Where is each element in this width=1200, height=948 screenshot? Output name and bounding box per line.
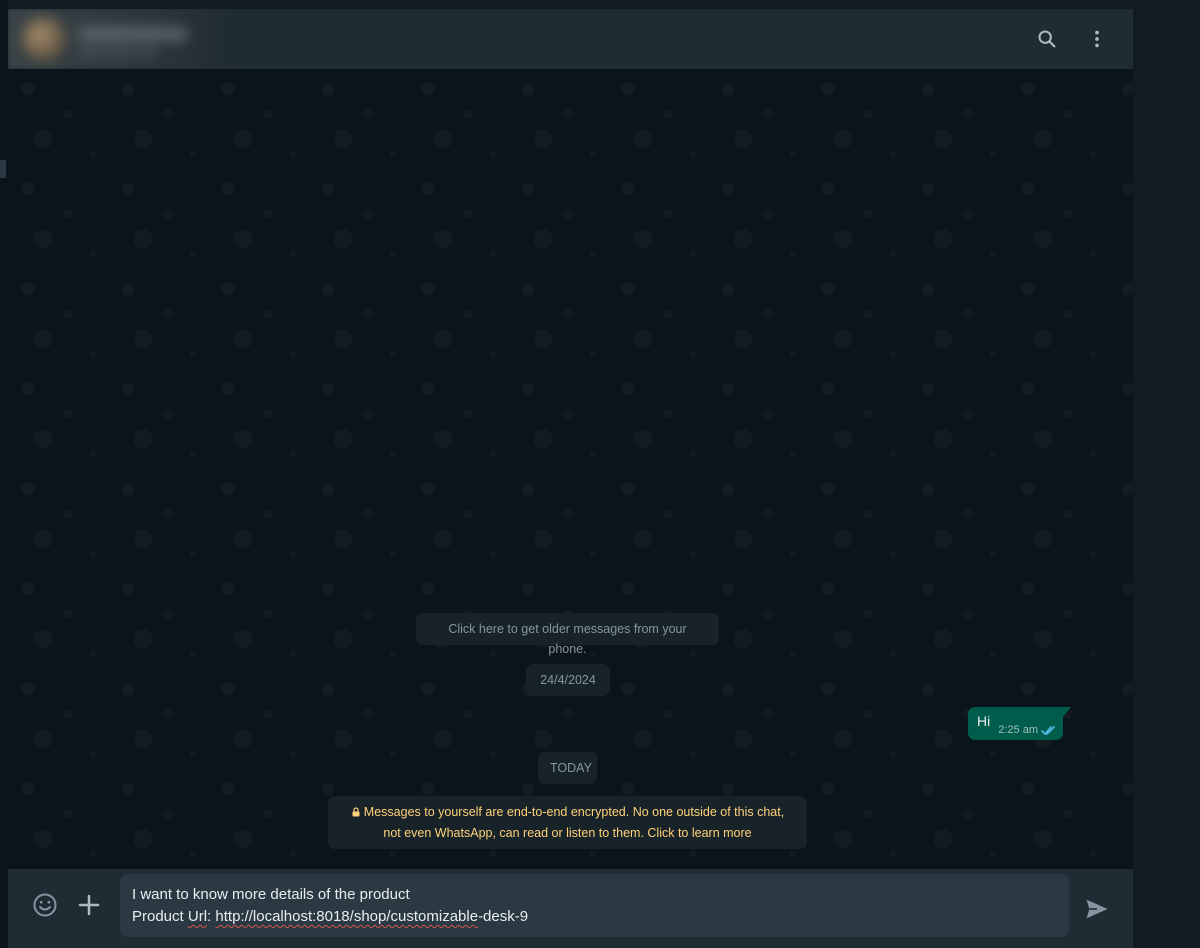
chat-header [8, 9, 1133, 69]
encryption-notice[interactable]: Messages to yourself are end-to-end encr… [328, 796, 807, 849]
menu-button[interactable] [1082, 24, 1112, 54]
message-input[interactable]: I want to know more details of the produ… [120, 874, 1069, 937]
blurred-contact-status [78, 47, 158, 55]
message-text: Hi [977, 713, 991, 729]
encryption-notice-line1: Messages to yourself are end-to-end encr… [363, 805, 785, 819]
message-list[interactable]: Click here to get older messages from yo… [8, 69, 1133, 869]
message-meta: 2:25 am [998, 724, 1057, 736]
resize-handle[interactable] [0, 160, 6, 178]
blurred-contact-area[interactable] [8, 9, 232, 69]
search-icon [1038, 30, 1056, 48]
attach-button[interactable] [72, 888, 106, 922]
lock-icon [351, 803, 361, 823]
encryption-notice-line2: not even WhatsApp, can read or listen to… [383, 826, 752, 840]
more-vertical-icon [1095, 30, 1099, 48]
blurred-contact-name [78, 27, 188, 41]
emoji-icon [33, 893, 57, 917]
outgoing-message[interactable]: Hi 2:25 am [968, 707, 1071, 740]
date-divider: 24/4/2024 [526, 664, 610, 696]
emoji-button[interactable] [28, 888, 62, 922]
send-button[interactable] [1079, 891, 1115, 927]
right-background [1133, 0, 1200, 948]
composer-url-suffix: -desk-9 [478, 908, 529, 925]
double-check-icon [1041, 725, 1055, 735]
chat-window: Click here to get older messages from yo… [8, 9, 1133, 948]
message-time: 2:25 am [998, 724, 1038, 736]
composer-url-word: Url [187, 908, 208, 925]
composer-line1: I want to know more details of the produ… [132, 886, 410, 903]
today-divider: TODAY [538, 752, 597, 784]
older-messages-notice[interactable]: Click here to get older messages from yo… [416, 613, 719, 656]
left-edge [0, 0, 8, 948]
search-button[interactable] [1032, 24, 1062, 54]
composer-line2-prefix: Product [132, 908, 188, 925]
plus-icon [78, 894, 100, 916]
composer-url-part1: http://localhost:8018/shop/ [215, 908, 391, 925]
composer-bar: I want to know more details of the produ… [8, 869, 1133, 948]
send-icon [1086, 899, 1108, 919]
composer-url-word-2: customizable [390, 908, 479, 925]
avatar[interactable] [22, 17, 66, 61]
